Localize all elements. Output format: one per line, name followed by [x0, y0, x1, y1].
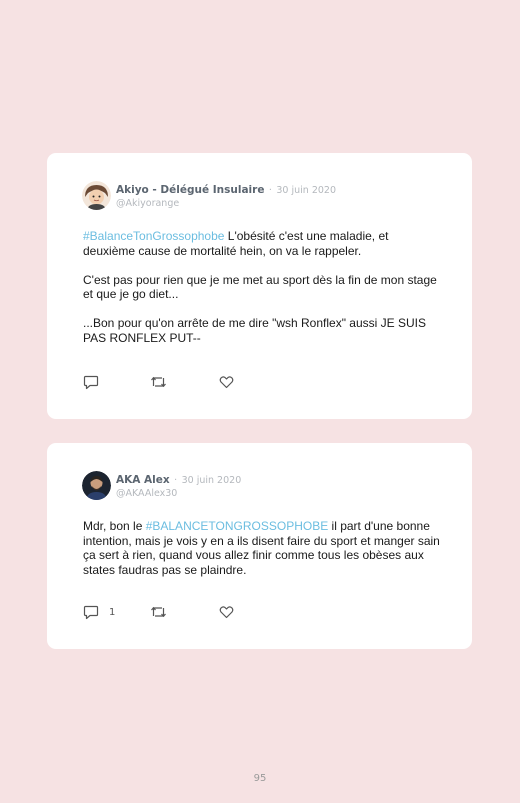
tweet-date[interactable]: 30 juin 2020 [182, 475, 242, 486]
separator-dot: · [174, 475, 178, 486]
retweet-icon [151, 376, 166, 388]
avatar[interactable] [82, 181, 111, 210]
reply-icon [83, 605, 99, 619]
retweet-icon [151, 606, 166, 618]
tweet-paragraph: #BalanceTonGrossophobe L'obésité c'est u… [83, 229, 443, 258]
tweet-text: Mdr, bon le #BALANCETONGROSSOPHOBE il pa… [83, 519, 443, 592]
tweet-paragraph: C'est pas pour rien que je me met au spo… [83, 272, 437, 302]
like-button[interactable] [219, 604, 234, 620]
avatar-akiyo-image [82, 181, 111, 210]
tweet-date[interactable]: 30 juin 2020 [276, 185, 336, 196]
tweet-paragraph: ...Bon pour qu'on arrête de me dire "wsh… [83, 316, 426, 345]
page-number: 95 [253, 773, 267, 784]
avatar-alex-image [82, 471, 111, 500]
tweet-paragraph: Mdr, bon le #BALANCETONGROSSOPHOBE il pa… [83, 519, 443, 577]
hashtag-link[interactable]: #BalanceTonGrossophobe [83, 229, 224, 243]
reply-icon [83, 375, 99, 389]
reply-button[interactable]: 1 [83, 604, 115, 620]
heart-icon [219, 606, 234, 619]
author-handle[interactable]: @Akiyorange [116, 197, 336, 210]
reply-count: 1 [109, 606, 116, 618]
tweet-text: #BalanceTonGrossophobe L'obésité c'est u… [83, 229, 443, 360]
separator-dot: · [268, 185, 272, 196]
like-button[interactable] [219, 374, 234, 390]
tweet-header: AKA Alex · 30 juin 2020 @AKAAlex30 [116, 472, 241, 500]
author-name[interactable]: Akiyo - Délégué Insulaire [116, 184, 264, 196]
retweet-button[interactable] [150, 374, 167, 390]
tweet-header: Akiyo - Délégué Insulaire · 30 juin 2020… [116, 182, 336, 210]
tweet-card: AKA Alex · 30 juin 2020 @AKAAlex30 Mdr, … [47, 443, 472, 649]
reply-button[interactable] [83, 374, 109, 390]
retweet-button[interactable] [150, 604, 167, 620]
author-handle[interactable]: @AKAAlex30 [116, 487, 241, 500]
heart-icon [219, 376, 234, 389]
hashtag-link[interactable]: #BALANCETONGROSSOPHOBE [146, 519, 329, 533]
avatar[interactable] [82, 471, 111, 500]
tweet-card: Akiyo - Délégué Insulaire · 30 juin 2020… [47, 153, 472, 419]
tweet-text-segment: Mdr, bon le [83, 519, 146, 533]
author-name[interactable]: AKA Alex [116, 474, 170, 486]
